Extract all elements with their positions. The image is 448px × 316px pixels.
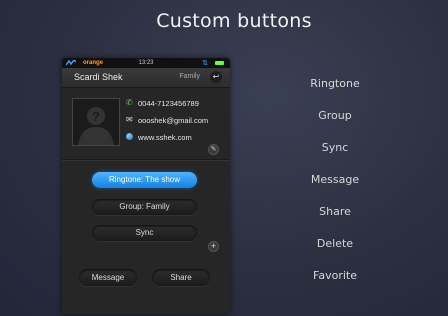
label-ringtone: Ringtone — [310, 77, 360, 90]
share-button[interactable]: Share — [152, 269, 210, 286]
label-message: Message — [310, 173, 360, 186]
globe-icon — [126, 133, 133, 140]
contact-phone: 0044-7123456789 — [138, 99, 199, 108]
label-favorite: Favorite — [313, 269, 357, 282]
add-icon[interactable]: + — [208, 241, 219, 252]
edit-icon[interactable]: ✎ — [208, 144, 219, 155]
label-share: Share — [319, 205, 351, 218]
sync-status-icon: ⇅ — [202, 60, 208, 67]
back-arrow-icon[interactable]: ↩ — [210, 71, 222, 83]
page-title: Custom buttons — [156, 10, 312, 32]
label-sync: Sync — [321, 141, 349, 154]
contact-header: Scardi Shek Family ↩ — [62, 68, 230, 88]
message-button[interactable]: Message — [79, 269, 137, 286]
contact-name: Scardi Shek — [74, 72, 123, 82]
svg-text:?: ? — [92, 109, 100, 124]
group-button[interactable]: Group: Family — [92, 199, 197, 215]
feature-label-list: Ringtone Group Sync Message Share Delete… — [290, 78, 380, 302]
ringtone-button[interactable]: Ringtone: The show — [92, 172, 197, 188]
status-bar: orange 13:23 ⇅ — [62, 58, 230, 68]
contact-email: oooshek@gmail.com — [138, 116, 209, 125]
phone-screen: orange 13:23 ⇅ Scardi Shek Family ↩ ? ✆ … — [62, 58, 230, 314]
sync-button[interactable]: Sync — [92, 225, 197, 241]
contact-website: www.sshek.com — [138, 133, 192, 142]
battery-icon — [215, 61, 224, 65]
label-delete: Delete — [316, 237, 354, 250]
contact-group-tag: Family — [179, 73, 200, 80]
phone-icon: ✆ — [126, 98, 133, 107]
unknown-person-icon: ? — [73, 99, 119, 145]
avatar-placeholder[interactable]: ? — [72, 98, 120, 146]
section-divider — [62, 159, 230, 161]
mail-icon: ✉ — [126, 115, 133, 124]
label-group: Group — [318, 109, 352, 122]
